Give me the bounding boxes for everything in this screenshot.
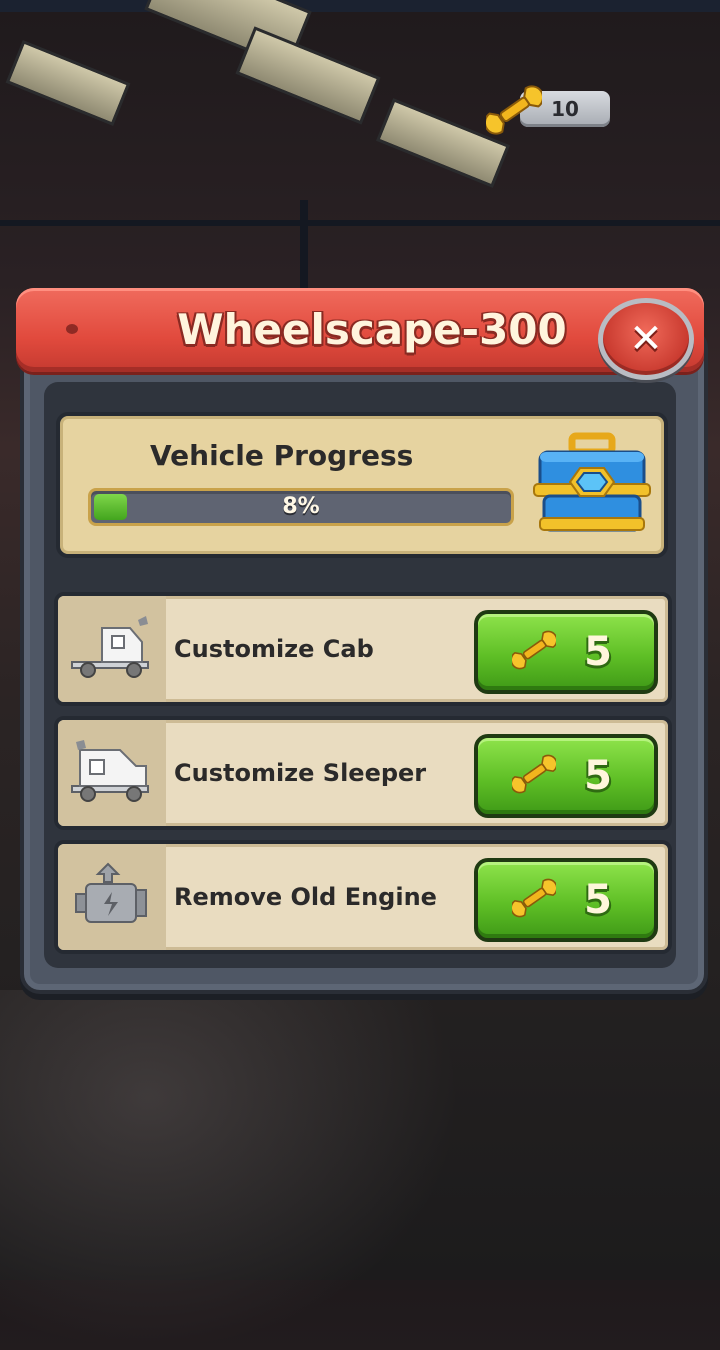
customize-sleeper-button[interactable]: 5 [474,734,658,818]
task-label: Customize Cab [174,635,374,663]
task-row-customize-cab: Customize Cab 5 [54,592,672,706]
task-cost: 5 [584,629,612,675]
progress-percent: 8% [282,494,320,519]
engine-icon [75,862,147,923]
wrench-icon [512,754,556,794]
truck-sleeper-icon [71,740,149,802]
toolbox-icon[interactable] [530,422,654,540]
task-row-remove-old-engine: Remove Old Engine 5 [54,840,672,954]
vehicle-progress-card: Vehicle Progress 8% [56,412,668,558]
vehicle-panel: Wheelscape-300 ✕ Vehicle Progress 8% Cus… [16,288,708,994]
wrench-icon [512,878,556,918]
task-row-customize-sleeper: Customize Sleeper 5 [54,716,672,830]
task-cost: 5 [584,753,612,799]
header-rivet [66,324,78,334]
task-cost: 5 [584,877,612,923]
progress-label: Vehicle Progress [150,439,414,472]
panel-title: Wheelscape-300 [177,305,567,354]
task-label: Customize Sleeper [174,759,427,787]
wrench-currency-counter: 10 [486,85,626,135]
close-button[interactable]: ✕ [598,298,694,380]
wrench-icon [512,630,556,670]
panel-header: Wheelscape-300 ✕ [16,288,704,380]
progress-bar: 8% [88,488,514,526]
customize-cab-button[interactable]: 5 [474,610,658,694]
close-icon: ✕ [629,316,663,362]
remove-old-engine-button[interactable]: 5 [474,858,658,942]
task-label: Remove Old Engine [174,883,437,911]
truck-cab-icon [71,616,149,678]
wrench-icon [486,85,542,135]
